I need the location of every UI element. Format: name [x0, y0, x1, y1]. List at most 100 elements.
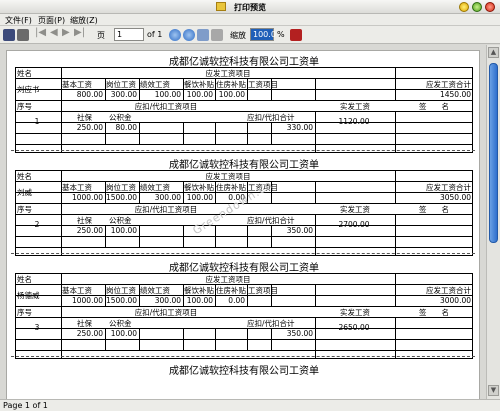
first-page-icon[interactable]: |◀ — [35, 27, 46, 39]
table-line — [15, 144, 473, 145]
menu-bar: 文件(F) 页面(P) 缩放(Z) — [0, 14, 500, 26]
table-line — [395, 67, 396, 78]
signature-label: 签 名 — [419, 205, 449, 214]
seq-label: 序号 — [17, 308, 32, 317]
table-line — [315, 350, 316, 359]
table-line — [183, 122, 184, 144]
table-line — [15, 133, 473, 134]
perf-salary-label: 绩效工资 — [140, 80, 170, 89]
page-separator — [11, 253, 475, 254]
table-line — [15, 247, 473, 248]
table-line — [139, 328, 140, 350]
name-label: 姓名 — [17, 69, 32, 78]
signature-label: 签 名 — [419, 102, 449, 111]
post-salary-label: 岗位工资 — [106, 80, 136, 89]
zoom-input[interactable]: 100.0 — [250, 28, 276, 41]
table-line — [183, 328, 184, 350]
table-line — [395, 273, 396, 284]
zoom-out-icon[interactable] — [183, 29, 195, 41]
previous-page-icon[interactable]: ◀ — [50, 27, 58, 39]
vertical-scrollbar[interactable]: ▲ ▼ — [486, 45, 500, 399]
deduct-total-label: 应扣/代扣合计 — [247, 216, 295, 225]
window-title: 打印预览 — [234, 3, 266, 12]
table-line — [15, 255, 473, 256]
base-salary-value: 1000.00 — [71, 296, 103, 305]
payable-items-label: 应发工资项目 — [205, 69, 251, 78]
zoom-in-icon[interactable] — [169, 29, 181, 41]
fit-width-icon[interactable] — [197, 29, 209, 41]
payable-total-label: 应发工资合计 — [426, 183, 471, 192]
actual-pay-label: 实发工资 — [340, 308, 370, 317]
meal-allowance-label: 餐饮补贴 — [184, 183, 214, 192]
deduct-total-value: 330.00 — [286, 123, 313, 132]
close-button[interactable] — [485, 2, 495, 12]
table-line — [15, 170, 16, 256]
seq-label: 序号 — [17, 205, 32, 214]
actual-pay-value: 2650.00 — [338, 323, 370, 332]
save-icon[interactable] — [3, 29, 15, 41]
table-line — [15, 358, 473, 359]
table-line — [395, 78, 396, 100]
payable-items-label: 应发工资项目 — [205, 275, 251, 284]
maximize-button[interactable] — [472, 2, 482, 12]
social-insurance-value: 250.00 — [76, 329, 103, 338]
scroll-down-icon[interactable]: ▼ — [488, 385, 499, 396]
page-number-input[interactable]: 1 — [114, 28, 144, 41]
payslip-title: 成都亿诚软控科技有限公司工资单 — [169, 366, 319, 377]
page-separator — [11, 356, 475, 357]
deduct-total-label: 应扣/代扣合计 — [247, 113, 295, 122]
payslip-table: 姓名 应发工资项目 基本工资 岗位工资 绩效工资 餐饮补贴 住房补贴 工资项目 应发工资合计 刘威… — [15, 170, 473, 256]
table-line — [15, 152, 473, 153]
salary-item-label: 工资项目 — [248, 80, 278, 89]
menu-file[interactable]: 文件(F) — [5, 15, 32, 26]
table-line — [395, 317, 396, 359]
deduct-total-label: 应扣/代扣合计 — [247, 319, 295, 328]
table-line — [395, 111, 396, 153]
social-insurance-label: 社保 — [77, 113, 92, 122]
paper-page: 成都亿诚软控科技有限公司工资单 姓名 应发工资项目 基本工资 岗位工资 绩效工资 餐饮补贴住… — [6, 50, 480, 399]
employee-name: 刘应书 — [17, 85, 40, 94]
table-line — [315, 284, 316, 306]
perf-salary-value: 300.00 — [154, 296, 181, 305]
minimize-button[interactable] — [459, 2, 469, 12]
deduct-items-label: 应扣/代扣工资项目 — [134, 102, 198, 111]
social-insurance-label: 社保 — [77, 216, 92, 225]
table-line — [15, 67, 16, 153]
payslip-title: 成都亿诚软控科技有限公司工资单 — [169, 160, 319, 171]
scroll-up-icon[interactable]: ▲ — [488, 47, 499, 58]
base-salary-value: 800.00 — [76, 90, 103, 99]
base-salary-label: 基本工资 — [62, 286, 92, 295]
exit-icon[interactable] — [290, 29, 302, 41]
next-page-icon[interactable]: ▶ — [62, 27, 70, 39]
percent-label: % — [277, 30, 285, 39]
print-icon[interactable] — [17, 29, 29, 41]
preview-viewport[interactable]: 成都亿诚软控科技有限公司工资单 姓名 应发工资项目 基本工资 岗位工资 绩效工资 餐饮补贴住… — [0, 45, 486, 399]
table-line — [15, 350, 473, 351]
social-insurance-value: 250.00 — [76, 123, 103, 132]
fit-page-icon[interactable] — [211, 29, 223, 41]
employee-name: 杨德威 — [17, 291, 40, 300]
meal-allowance-value: 100.00 — [186, 90, 213, 99]
post-salary-label: 岗位工资 — [106, 183, 136, 192]
housing-allowance-value: 0.00 — [228, 296, 245, 305]
table-line — [395, 214, 396, 256]
housing-allowance-label: 住房补贴 — [216, 286, 246, 295]
menu-page[interactable]: 页面(P) — [38, 15, 65, 26]
base-salary-label: 基本工资 — [62, 80, 92, 89]
table-line — [15, 273, 16, 359]
last-page-icon[interactable]: ▶| — [74, 27, 85, 39]
table-line — [215, 225, 216, 247]
base-salary-value: 1000.00 — [71, 193, 103, 202]
post-salary-value: 1500.00 — [105, 193, 137, 202]
social-insurance-value: 250.00 — [76, 226, 103, 235]
scroll-thumb[interactable] — [489, 63, 498, 243]
status-bar: Page 1 of 1 — [0, 399, 500, 411]
payable-total-value: 3050.00 — [439, 193, 471, 202]
table-line — [15, 236, 473, 237]
social-insurance-label: 社保 — [77, 319, 92, 328]
payable-total-label: 应发工资合计 — [426, 286, 471, 295]
perf-salary-value: 300.00 — [154, 193, 181, 202]
housing-fund-label: 公积金 — [109, 113, 132, 122]
menu-zoom[interactable]: 缩放(Z) — [70, 15, 98, 26]
payslip-table: 姓名 应发工资项目 基本工资 岗位工资 绩效工资 餐饮补贴 住房补贴 工资项目 应发工资合计 杨德… — [15, 273, 473, 359]
